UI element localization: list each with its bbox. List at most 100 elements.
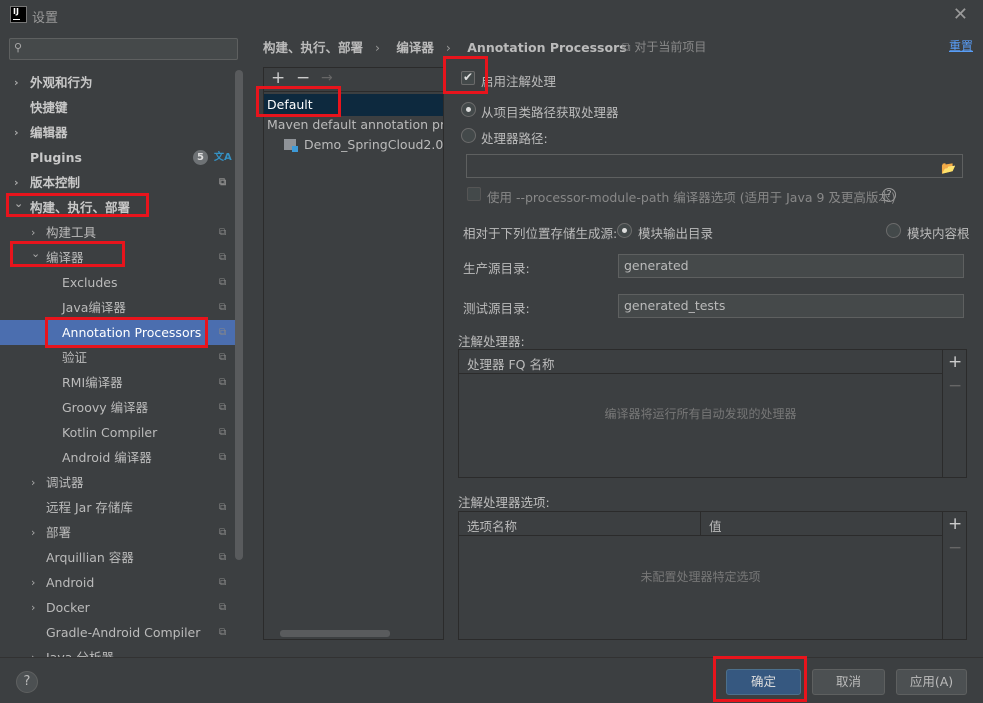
test-dir-input[interactable]: generated_tests [618,294,964,318]
search-icon: ⚲ [14,41,23,54]
sidebar-item[interactable]: › Docker ⧉ [0,595,238,620]
remove-profile-button[interactable]: − [296,68,310,88]
cancel-button[interactable]: 取消 [812,669,885,695]
chevron-down-icon[interactable]: ⌄ [14,191,23,216]
sidebar-item[interactable]: › 调试器 [0,470,238,495]
help-icon[interactable]: ? [882,188,896,202]
breadcrumb: 构建、执行、部署 › 编译器 › Annotation Processors [263,40,627,55]
sidebar-item[interactable]: Groovy 编译器 ⧉ [0,395,238,420]
chevron-right-icon[interactable]: › [31,520,35,545]
sidebar-item[interactable]: Kotlin Compiler ⧉ [0,420,238,445]
production-dir-input[interactable]: generated [618,254,964,278]
remove-processor-button[interactable]: − [948,376,962,396]
project-scope-icon: ⧉ [219,577,227,588]
production-dir-label: 生产源目录: [463,261,530,276]
reset-link[interactable]: 重置 [949,37,973,54]
chevron-right-icon[interactable]: › [14,120,19,145]
chevron-right-icon[interactable]: › [31,570,35,595]
scope-indicator: ⧉ 对于当前项目 [622,40,707,54]
module-output-radio[interactable] [617,223,632,238]
search-input[interactable] [30,40,230,58]
chevron-right-icon[interactable]: › [14,70,19,95]
project-scope-icon: ⧉ [219,527,227,538]
add-option-button[interactable]: + [948,514,962,534]
help-button[interactable]: ? [16,671,38,693]
sidebar-item-label: 编译器 [46,250,84,265]
sidebar-item[interactable]: 验证 ⧉ [0,345,238,370]
sidebar-item-label: RMI编译器 [62,375,123,390]
folder-icon[interactable]: 📂 [941,157,956,179]
processor-path-radio[interactable] [461,128,476,143]
sidebar-item[interactable]: 远程 Jar 存储库 ⧉ [0,495,238,520]
sidebar-item-label: 快捷键 [30,100,68,115]
copy-icon: ⧉ [622,40,635,54]
sidebar-item[interactable]: › 编辑器 [0,120,238,145]
options-table: 选项名称 值 未配置处理器特定选项 + − [458,511,967,640]
breadcrumb-item: 编译器 [396,40,434,55]
sidebar-item[interactable]: Android 编译器 ⧉ [0,445,238,470]
module-path-label: 使用 --processor-module-path 编译器选项 (适用于 Ja… [487,190,896,205]
project-scope-icon: ⧉ [219,302,227,313]
sidebar-item-label: 验证 [62,350,88,365]
profiles-panel: + − → Default Maven default annotation p… [263,67,444,640]
sidebar-item[interactable]: › 版本控制 ⧉ [0,170,238,195]
module-content-root-radio[interactable] [886,223,901,238]
processors-toolbar: + − [942,350,966,477]
project-scope-icon: ⧉ [219,552,227,563]
sidebar-item[interactable]: Gradle-Android Compiler ⧉ [0,620,238,645]
sidebar-item-label: 构建工具 [46,225,97,240]
window-title: 设置 [32,11,59,26]
chevron-right-icon[interactable]: › [31,470,35,495]
sidebar-scrollbar[interactable] [235,70,243,560]
sidebar-item-label: 部署 [46,525,72,540]
settings-sidebar: ⚲ › 外观和行为 快捷键 › 编辑器 Plugins 5 文A › 版本控制 ⧉ ⌄ 构建、执行、部署… [0,30,246,665]
sidebar-item[interactable]: › 部署 ⧉ [0,520,238,545]
chevron-right-icon[interactable]: › [31,595,35,620]
sidebar-item[interactable]: Excludes ⧉ [0,270,238,295]
move-to-profile-button[interactable]: → [321,70,333,86]
project-scope-icon: ⧉ [219,452,227,463]
sidebar-item-label: 调试器 [46,475,84,490]
sidebar-item[interactable]: RMI编译器 ⧉ [0,370,238,395]
processors-table: 处理器 FQ 名称 编译器将运行所有自动发现的处理器 + − [458,349,967,478]
sidebar-item[interactable]: 快捷键 [0,95,238,120]
sidebar-item-label: Android [46,575,95,590]
remove-option-button[interactable]: − [948,538,962,558]
sidebar-item-label: Arquillian 容器 [46,550,134,565]
sidebar-item[interactable]: Plugins 5 文A [0,145,238,170]
sidebar-item-label: 构建、执行、部署 [30,200,131,215]
add-profile-button[interactable]: + [271,68,285,88]
sidebar-item[interactable]: Java编译器 ⧉ [0,295,238,320]
sidebar-item-label: Annotation Processors [62,325,202,340]
add-processor-button[interactable]: + [948,352,962,372]
enable-annotation-label: 启用注解处理 [481,74,557,89]
project-scope-icon: ⧉ [219,277,227,288]
apply-button[interactable]: 应用(A) [896,669,967,695]
project-scope-icon: ⧉ [219,227,227,238]
translate-icon: 文A [214,152,232,163]
updates-badge: 5 [193,150,208,165]
profile-item[interactable]: Default [264,94,443,116]
sidebar-item-label: 编辑器 [30,125,68,140]
module-path-checkbox[interactable] [467,187,481,201]
column-divider [700,512,701,536]
project-scope-icon: ⧉ [219,327,227,338]
ok-button[interactable]: 确定 [726,669,801,695]
sidebar-item[interactable]: ⌄ 编译器 ⧉ [0,245,238,270]
sidebar-item-label: 远程 Jar 存储库 [46,500,133,515]
sidebar-item[interactable]: ⌄ 构建、执行、部署 [0,195,238,220]
sidebar-item[interactable]: › Android ⧉ [0,570,238,595]
close-icon[interactable]: ✕ [953,4,968,25]
processor-path-field[interactable]: 📂 [466,154,963,178]
chevron-down-icon[interactable]: ⌄ [31,241,40,266]
sidebar-item[interactable]: Arquillian 容器 ⧉ [0,545,238,570]
settings-search[interactable]: ⚲ [9,38,238,60]
profile-item[interactable]: Maven default annotation processors prof… [264,114,443,136]
profiles-scrollbar[interactable] [280,630,390,637]
sidebar-item[interactable]: Annotation Processors ⧉ [0,320,238,345]
from-classpath-radio[interactable] [461,102,476,117]
module-item[interactable]: Demo_SpringCloud2.0 [264,134,443,156]
enable-annotation-checkbox[interactable] [461,70,475,85]
sidebar-item[interactable]: › 外观和行为 [0,70,238,95]
processors-section-label: 注解处理器: [458,334,525,349]
